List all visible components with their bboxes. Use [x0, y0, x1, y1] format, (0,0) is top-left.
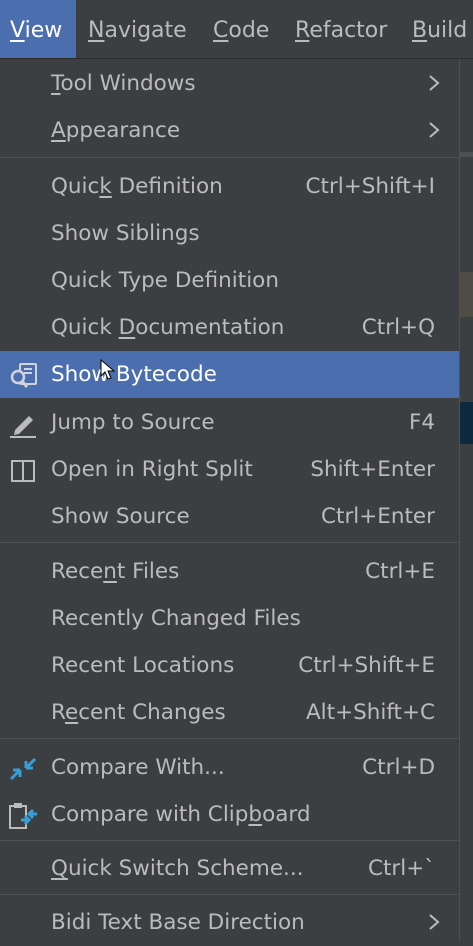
menu-item-label: Appearance — [51, 118, 181, 143]
menu-item-shortcut: F4 — [408, 410, 435, 435]
menu-item-open-in-right-split[interactable]: Open in Right Split Shift+Enter — [0, 446, 459, 493]
menu-item-quick-definition[interactable]: Quick Definition Ctrl+Shift+I — [0, 163, 459, 210]
menu-item-appearance[interactable]: Appearance — [0, 107, 459, 154]
menu-item-label: Jump to Source — [51, 410, 215, 435]
menu-item-show-siblings[interactable]: Show Siblings — [0, 210, 459, 257]
menu-navigate-mnemonic: N — [88, 18, 105, 43]
menu-separator — [0, 542, 459, 543]
menu-item-bidi-text-base-direction[interactable]: Bidi Text Base Direction — [0, 899, 459, 946]
menu-item-label: Show Bytecode — [51, 362, 217, 387]
menu-refactor-mnemonic: R — [295, 18, 310, 43]
menu-view-mnemonic: V — [10, 18, 25, 43]
menu-item-show-source[interactable]: Show Source Ctrl+Enter — [0, 493, 459, 540]
menu-code[interactable]: Code — [213, 0, 269, 58]
menu-code-label: ode — [228, 18, 270, 43]
menu-item-label: Tool Windows — [51, 71, 196, 96]
compare-arrows-icon — [9, 757, 37, 781]
menu-item-quick-type-definition[interactable]: Quick Type Definition — [0, 257, 459, 304]
background-editor-highlight — [459, 272, 473, 317]
compare-clipboard-icon — [9, 803, 37, 829]
submenu-arrow-icon — [429, 914, 440, 930]
menu-separator — [0, 738, 459, 739]
menu-item-label: Compare With... — [51, 755, 225, 780]
menu-code-mnemonic: C — [213, 18, 229, 43]
menu-item-shortcut: Ctrl+E — [365, 559, 435, 584]
menu-item-label: Quick Type Definition — [51, 268, 279, 293]
menu-item-shortcut: Ctrl+Shift+I — [305, 174, 436, 199]
menu-item-quick-switch-scheme[interactable]: Quick Switch Scheme... Ctrl+` — [0, 845, 459, 892]
menu-item-quick-documentation[interactable]: Quick Documentation Ctrl+Q — [0, 304, 459, 351]
menu-item-show-bytecode[interactable]: Show Bytecode — [0, 351, 459, 398]
background-editor-tab — [459, 152, 473, 157]
menu-item-compare-with-clipboard[interactable]: Compare with Clipboard — [0, 791, 459, 838]
menu-item-label: Open in Right Split — [51, 457, 253, 482]
menu-item-recent-files[interactable]: Recent Files Ctrl+E — [0, 548, 459, 595]
menu-item-recent-locations[interactable]: Recent Locations Ctrl+Shift+E — [0, 642, 459, 689]
menu-build-label: uild — [427, 18, 468, 43]
menu-refactor[interactable]: Refactor — [295, 0, 387, 58]
pencil-icon — [10, 416, 36, 438]
view-menu-popup: Tool Windows Appearance Quick Definition… — [0, 59, 460, 940]
menu-view[interactable]: View — [0, 0, 76, 58]
mouse-pointer-icon — [100, 359, 116, 380]
menu-item-label: Quick Definition — [51, 174, 223, 199]
menu-item-label: Bidi Text Base Direction — [51, 910, 305, 935]
menu-item-shortcut: Ctrl+Shift+E — [298, 653, 435, 678]
submenu-arrow-icon — [429, 122, 440, 138]
menu-build-mnemonic: B — [412, 18, 428, 43]
menu-refactor-label: efactor — [309, 18, 388, 43]
menu-bar: View Navigate Code Refactor Build — [0, 0, 473, 59]
menu-item-shortcut: Ctrl+D — [362, 755, 435, 780]
menu-navigate-label: avigate — [104, 18, 187, 43]
menu-view-label: iew — [24, 18, 63, 43]
menu-item-tool-windows[interactable]: Tool Windows — [0, 60, 459, 107]
menu-build[interactable]: Build — [412, 0, 467, 58]
menu-item-shortcut: Ctrl+` — [367, 856, 435, 881]
menu-item-label: Show Siblings — [51, 221, 200, 246]
menu-item-recently-changed-files[interactable]: Recently Changed Files — [0, 595, 459, 642]
split-view-icon — [11, 460, 35, 482]
menu-item-label: Show Source — [51, 504, 190, 529]
menu-item-label: Recent Files — [51, 559, 180, 584]
menu-item-compare-with[interactable]: Compare With... Ctrl+D — [0, 744, 459, 791]
menu-item-label: Quick Documentation — [51, 315, 285, 340]
menu-navigate[interactable]: Navigate — [88, 0, 187, 58]
submenu-arrow-icon — [429, 75, 440, 91]
background-editor-selection — [459, 402, 473, 444]
menu-separator — [0, 157, 459, 158]
menu-item-jump-to-source[interactable]: Jump to Source F4 — [0, 399, 459, 446]
menu-item-label: Recently Changed Files — [51, 606, 301, 631]
menu-item-shortcut: Ctrl+Enter — [321, 504, 435, 529]
menu-item-label: Recent Locations — [51, 653, 235, 678]
menu-item-shortcut: Alt+Shift+C — [305, 700, 435, 725]
menu-separator — [0, 840, 459, 841]
menu-separator — [0, 894, 459, 895]
menu-item-shortcut: Ctrl+Q — [361, 315, 435, 340]
menu-item-label: Quick Switch Scheme... — [51, 856, 304, 881]
menu-item-recent-changes[interactable]: Recent Changes Alt+Shift+C — [0, 689, 459, 736]
menu-item-shortcut: Shift+Enter — [310, 457, 435, 482]
menu-item-label: Compare with Clipboard — [51, 802, 311, 827]
menu-item-label: Recent Changes — [51, 700, 226, 725]
bytecode-search-icon — [10, 363, 37, 388]
